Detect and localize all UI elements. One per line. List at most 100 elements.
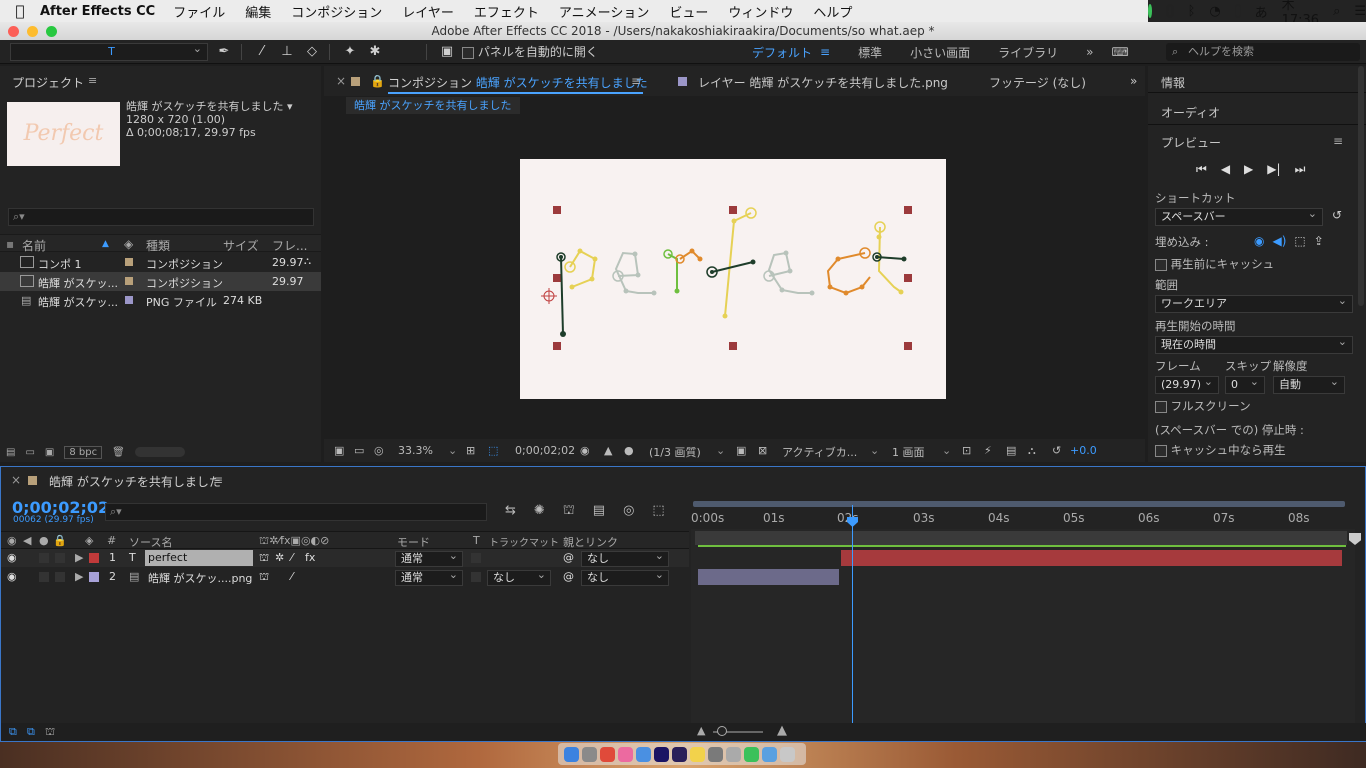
col-type[interactable]: 種類 <box>146 237 170 254</box>
bit-depth-button[interactable]: 8 bpc <box>64 445 103 459</box>
next-frame-icon[interactable]: ▶| <box>1267 162 1280 177</box>
launchpad-icon[interactable] <box>582 746 597 762</box>
motion-blur-icon[interactable]: ◎ <box>623 503 634 520</box>
col-track-matte[interactable]: トラックマット <box>489 534 559 549</box>
trash-icon[interactable] <box>780 746 795 762</box>
label-swatch[interactable] <box>125 258 133 266</box>
project-search-input[interactable]: ⌕▾ <box>8 208 314 226</box>
play-cached-option[interactable]: キャッシュ中なら再生 <box>1155 442 1286 458</box>
toggle-pixel-aspect-icon[interactable]: ⊡ <box>962 444 971 457</box>
col-frame-rate[interactable]: フレ... <box>272 237 307 254</box>
col-source-name[interactable]: ソース名 <box>129 534 172 550</box>
snapping-icon[interactable]: ▣ <box>436 42 458 62</box>
app-menu[interactable]: After Effects CC <box>40 4 155 19</box>
wifi-icon[interactable]: ◔ <box>1209 4 1220 19</box>
close-tab-icon[interactable]: × <box>336 74 346 88</box>
menu-window[interactable]: ウィンドウ <box>728 2 793 21</box>
skip-select[interactable]: 0 <box>1225 374 1265 394</box>
resolution-select[interactable]: (1/3 画質) <box>649 444 701 460</box>
layer-2-duration-bar[interactable] <box>698 569 839 585</box>
cache-checkbox[interactable] <box>1155 258 1167 271</box>
finder-icon[interactable] <box>564 746 579 762</box>
graph-editor-icon[interactable]: ⬚ <box>652 503 664 520</box>
flowchart-icon[interactable]: ⛬ <box>1028 444 1036 458</box>
auto-open-checkbox[interactable] <box>462 46 474 59</box>
menu-animation[interactable]: アニメーション <box>559 2 649 21</box>
workspace-libraries[interactable]: ライブラリ <box>998 44 1058 61</box>
parent-select[interactable]: なし <box>581 549 669 567</box>
panel-menu-icon[interactable]: ≡ <box>88 74 97 87</box>
auto-open-panels-option[interactable]: パネルを自動的に開く <box>462 43 598 60</box>
panel-scrollbar[interactable] <box>1358 66 1364 306</box>
shy-switch-icon[interactable]: ⛫ <box>259 551 269 566</box>
reset-shortcut-icon[interactable]: ↺ <box>1332 208 1342 222</box>
always-preview-icon[interactable]: ▣ <box>334 444 344 457</box>
lock-icon[interactable]: 🔒 <box>370 74 385 88</box>
anchor-point-icon[interactable] <box>541 288 557 304</box>
workspace-standard[interactable]: 標準 <box>858 44 882 61</box>
breadcrumb[interactable]: 皓輝 がスケッチを共有しました <box>346 97 520 114</box>
audio-switch-icon[interactable]: ◀ <box>23 534 31 547</box>
tab-menu-icon[interactable]: ≡ <box>631 74 641 88</box>
solo-toggle[interactable] <box>39 572 49 582</box>
col-size[interactable]: サイズ <box>223 237 259 254</box>
project-item[interactable]: ▤ 皓輝 がスケッ... PNG ファイル 274 KB <box>0 291 321 310</box>
type-tool-icon[interactable]: T <box>10 41 208 61</box>
preview-panel-title[interactable]: プレビュー <box>1161 134 1221 151</box>
fullscreen-option[interactable]: フルスクリーン <box>1155 398 1251 414</box>
puppet-pin-tool-icon[interactable]: ✱ <box>364 42 386 62</box>
frame-blending-icon[interactable]: ▤ <box>593 503 605 520</box>
region-of-interest-icon[interactable]: ▣ <box>736 444 746 457</box>
parent-select[interactable]: なし <box>581 568 669 586</box>
col-name[interactable]: 名前 <box>22 237 46 254</box>
video-switch-icon[interactable]: ◉ <box>7 534 17 547</box>
battery-icon[interactable] <box>1234 4 1241 18</box>
notification-center-icon[interactable]: ☰ <box>1354 4 1366 19</box>
premiere-icon[interactable] <box>672 746 687 762</box>
expand-triangle-icon[interactable]: ▶ <box>75 551 83 564</box>
project-item-selected[interactable]: 皓輝 がスケッ... コンポジション 29.97 <box>0 272 321 291</box>
audio-speaker-icon[interactable]: ◀) <box>1272 234 1286 248</box>
lock-toggle[interactable] <box>55 572 65 582</box>
layer-name[interactable]: perfect <box>145 550 253 566</box>
shortcut-select[interactable]: スペースバー <box>1155 206 1323 226</box>
resolution-select[interactable]: 自動 <box>1273 374 1345 394</box>
creative-cloud-icon[interactable] <box>1166 4 1174 18</box>
range-select[interactable]: ワークエリア <box>1155 293 1353 313</box>
zoom-slider-thumb[interactable] <box>717 726 727 736</box>
collapse-switch-icon[interactable]: ✲ <box>275 551 284 564</box>
transform-handle[interactable] <box>904 206 912 214</box>
chevron-down-icon[interactable]: ⌄ <box>448 444 457 457</box>
workspace-default[interactable]: デフォルト <box>752 44 812 61</box>
eraser-tool-icon[interactable]: ◇ <box>301 42 323 62</box>
letter-f-rig[interactable] <box>706 207 757 319</box>
video-visibility-icon[interactable]: ◉ <box>7 551 17 564</box>
expand-triangle-icon[interactable]: ▶ <box>75 570 83 583</box>
lock-toggle[interactable] <box>55 553 65 563</box>
tab-footage[interactable]: フッテージ (なし) <box>989 74 1086 91</box>
tab-composition[interactable]: コンポジション 皓輝 がスケッチを共有しました <box>388 74 648 91</box>
mask-visibility-icon[interactable]: ⬚ <box>488 444 498 457</box>
current-time-indicator[interactable] <box>852 505 853 723</box>
frame-rate-select[interactable]: (29.97) <box>1155 374 1219 394</box>
label-tag-icon[interactable]: ◈ <box>124 237 133 251</box>
camera-select[interactable]: アクティブカ... <box>782 444 857 460</box>
quality-switch-icon[interactable]: ⁄ <box>291 551 293 564</box>
letter-c-rig[interactable] <box>826 247 871 296</box>
col-mode[interactable]: モード <box>397 534 430 550</box>
help-search-input[interactable]: ⌕ ヘルプを検索 <box>1166 43 1360 61</box>
track-matte-select[interactable]: なし <box>487 568 551 586</box>
line-app-icon[interactable] <box>1148 4 1153 18</box>
modes-toggle-icon[interactable]: ⧉ <box>27 725 35 739</box>
downloads-icon[interactable] <box>762 746 777 762</box>
info-panel-title[interactable]: 情報 <box>1161 74 1185 91</box>
pick-whip-icon[interactable]: @ <box>563 551 574 564</box>
close-tab-icon[interactable]: × <box>11 473 21 487</box>
project-item[interactable]: コンポ 1 コンポジション 29.97 ⛬ <box>0 253 321 272</box>
transparency-grid-icon[interactable]: ⊠ <box>758 444 767 457</box>
layer-row[interactable]: ◉ ▶ 1 T perfect ⛫ ✲ ⁄ fx 通常 @ なし <box>1 549 689 567</box>
more-workspaces-icon[interactable]: » <box>1086 45 1093 59</box>
transform-handle[interactable] <box>729 342 737 350</box>
fast-preview-icon[interactable]: ⚡ <box>984 444 992 457</box>
after-effects-icon[interactable] <box>654 746 669 762</box>
